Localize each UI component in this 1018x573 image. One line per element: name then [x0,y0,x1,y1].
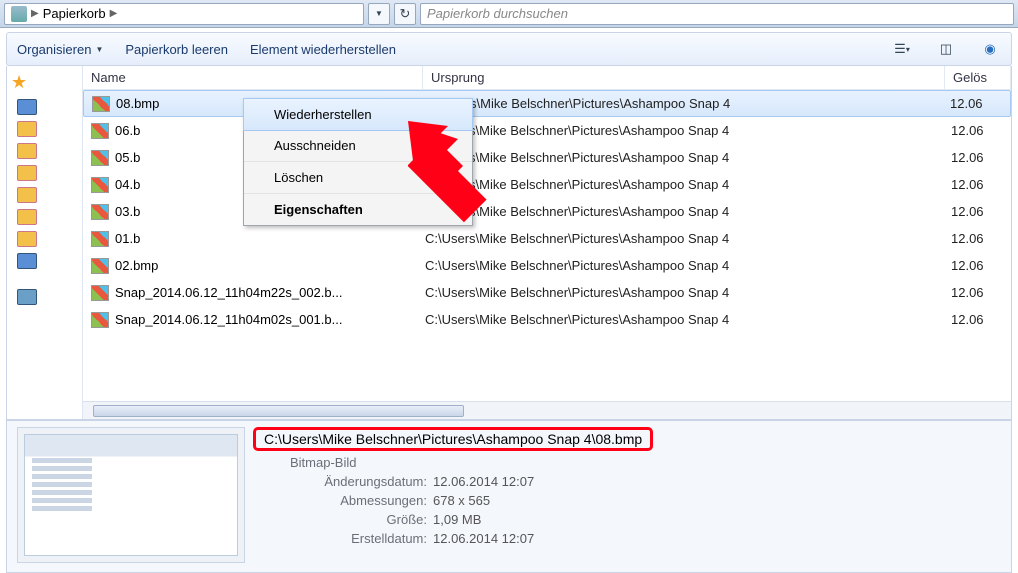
file-deleted-date: 12.06 [951,177,1011,192]
modified-label: Änderungsdatum: [273,474,433,489]
breadcrumb[interactable]: ▶ Papierkorb ▶ [4,3,364,25]
file-list: Name Ursprung Gelös 08.bmpC:\Users\Mike … [83,66,1011,419]
file-origin: C:\Users\Mike Belschner\Pictures\Ashampo… [425,231,951,246]
column-origin[interactable]: Ursprung [423,66,945,89]
folder-icon[interactable] [17,143,37,159]
table-row[interactable]: 05.bC:\Users\Mike Belschner\Pictures\Ash… [83,144,1011,171]
breadcrumb-location: Papierkorb [43,6,106,21]
table-row[interactable]: 01.bC:\Users\Mike Belschner\Pictures\Ash… [83,225,1011,252]
size-label: Größe: [273,512,433,527]
chevron-right-icon: ▶ [110,8,118,19]
context-menu: Wiederherstellen Ausschneiden Löschen Ei… [243,98,473,226]
file-name: 01.b [115,231,425,246]
details-file-type: Bitmap-Bild [253,455,1001,470]
size-value: 1,09 MB [433,512,1001,527]
empty-recycle-bin-button[interactable]: Papierkorb leeren [125,42,228,57]
image-file-icon [91,285,109,301]
file-deleted-date: 12.06 [951,123,1011,138]
search-placeholder: Papierkorb durchsuchen [427,6,568,21]
file-name: Snap_2014.06.12_11h04m02s_001.b... [115,312,425,327]
image-file-icon [91,123,109,139]
file-deleted-date: 12.06 [951,204,1011,219]
table-row[interactable]: Snap_2014.06.12_11h04m02s_001.b...C:\Use… [83,306,1011,333]
image-file-icon [91,258,109,274]
file-origin: C:\Users\Mike Belschner\Pictures\Ashampo… [425,285,951,300]
help-button[interactable]: ◉ [979,38,1001,60]
desktop-icon[interactable] [17,99,37,115]
file-origin: C:\Users\Mike Belschner\Pictures\Ashampo… [425,150,951,165]
table-row[interactable]: 04.bC:\Users\Mike Belschner\Pictures\Ash… [83,171,1011,198]
file-deleted-date: 12.06 [951,150,1011,165]
dimensions-label: Abmessungen: [273,493,433,508]
created-value: 12.06.2014 12:07 [433,531,1001,546]
breadcrumb-dropdown-button[interactable]: ▼ [368,3,390,25]
navigation-pane: ★ [7,66,83,419]
recycle-bin-icon [11,6,27,22]
column-headers: Name Ursprung Gelös [83,66,1011,90]
details-path: C:\Users\Mike Belschner\Pictures\Ashampo… [258,427,648,451]
image-file-icon [91,150,109,166]
table-row[interactable]: 02.bmpC:\Users\Mike Belschner\Pictures\A… [83,252,1011,279]
file-name: 02.bmp [115,258,425,273]
details-path-highlight: C:\Users\Mike Belschner\Pictures\Ashampo… [253,427,653,451]
command-bar: Organisieren ▼ Papierkorb leeren Element… [6,32,1012,66]
favorites-icon[interactable]: ★ [11,72,27,93]
context-delete[interactable]: Löschen [244,162,472,194]
created-label: Erstelldatum: [273,531,433,546]
image-file-icon [91,204,109,220]
search-input[interactable]: Papierkorb durchsuchen [420,3,1014,25]
address-bar: ▶ Papierkorb ▶ ▼ ↻ Papierkorb durchsuche… [0,0,1018,28]
context-restore[interactable]: Wiederherstellen [243,98,473,131]
folder-icon[interactable] [17,253,37,269]
file-origin: C:\Users\Mike Belschner\Pictures\Ashampo… [425,258,951,273]
context-properties[interactable]: Eigenschaften [244,194,472,225]
folder-icon[interactable] [17,165,37,181]
image-file-icon [91,312,109,328]
file-deleted-date: 12.06 [951,231,1011,246]
chevron-down-icon: ▼ [95,45,103,54]
horizontal-scrollbar[interactable] [83,401,1011,419]
file-deleted-date: 12.06 [951,312,1011,327]
refresh-button[interactable]: ↻ [394,3,416,25]
context-cut[interactable]: Ausschneiden [244,130,472,162]
folder-icon[interactable] [17,209,37,225]
preview-pane-button[interactable]: ◫ [935,38,957,60]
file-origin: C:\Users\Mike Belschner\Pictures\Ashampo… [425,204,951,219]
folder-icon[interactable] [17,231,37,247]
restore-item-button[interactable]: Element wiederherstellen [250,42,396,57]
file-origin: C:\Users\Mike Belschner\Pictures\Ashampo… [425,123,951,138]
file-deleted-date: 12.06 [950,96,1010,111]
organize-button[interactable]: Organisieren ▼ [17,42,103,57]
column-name[interactable]: Name [83,66,423,89]
image-file-icon [91,231,109,247]
preview-thumbnail [17,427,245,563]
image-file-icon [91,177,109,193]
view-options-button[interactable]: ☰▾ [891,38,913,60]
table-row[interactable]: 08.bmpC:\Users\Mike Belschner\Pictures\A… [83,90,1011,117]
column-deleted[interactable]: Gelös [945,66,1011,89]
image-file-icon [92,96,110,112]
file-origin: C:\Users\Mike Belschner\Pictures\Ashampo… [425,312,951,327]
file-deleted-date: 12.06 [951,258,1011,273]
file-deleted-date: 12.06 [951,285,1011,300]
folder-icon[interactable] [17,121,37,137]
table-row[interactable]: 06.bC:\Users\Mike Belschner\Pictures\Ash… [83,117,1011,144]
folder-icon[interactable] [17,187,37,203]
table-row[interactable]: 03.bC:\Users\Mike Belschner\Pictures\Ash… [83,198,1011,225]
chevron-right-icon: ▶ [31,8,39,19]
file-name: Snap_2014.06.12_11h04m22s_002.b... [115,285,425,300]
dimensions-value: 678 x 565 [433,493,1001,508]
onedrive-icon[interactable] [17,289,37,305]
modified-value: 12.06.2014 12:07 [433,474,1001,489]
details-pane: C:\Users\Mike Belschner\Pictures\Ashampo… [6,420,1012,573]
file-origin: C:\Users\Mike Belschner\Pictures\Ashampo… [426,96,950,111]
file-origin: C:\Users\Mike Belschner\Pictures\Ashampo… [425,177,951,192]
table-row[interactable]: Snap_2014.06.12_11h04m22s_002.b...C:\Use… [83,279,1011,306]
